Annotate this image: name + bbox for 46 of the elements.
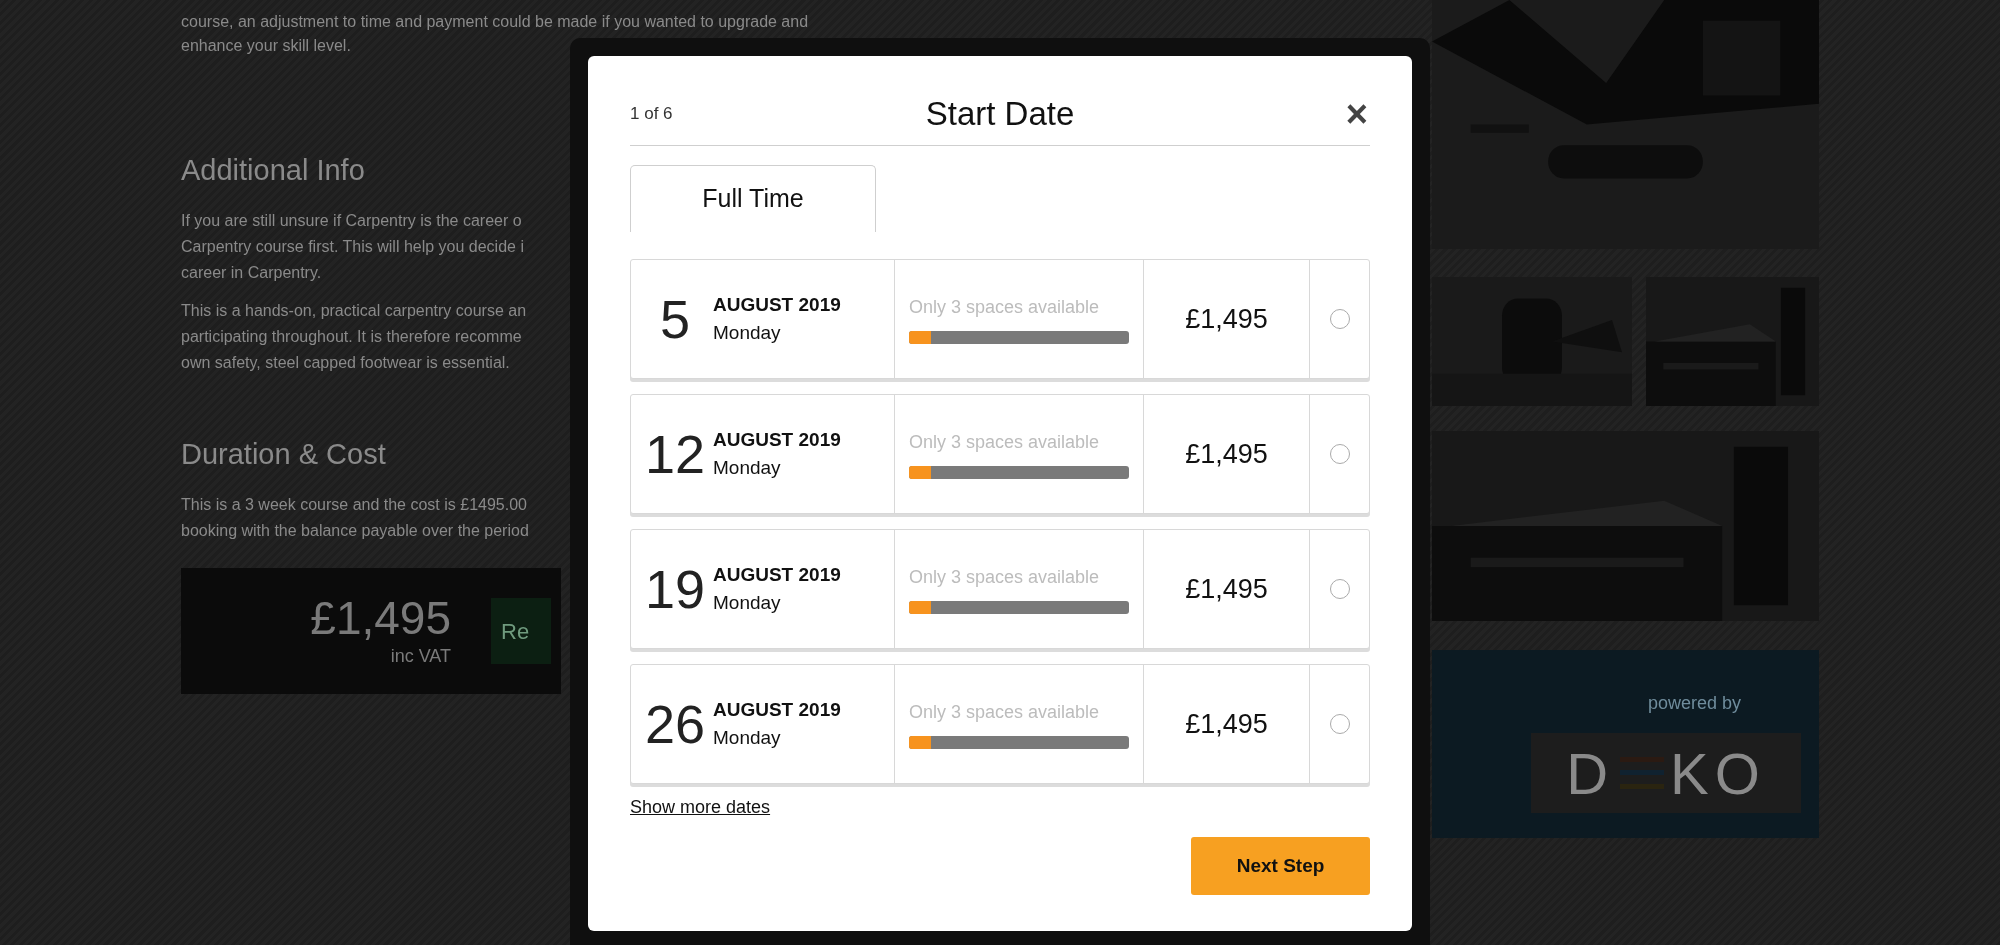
paragraph-line: own safety, steel capped footwear is essential. bbox=[181, 353, 510, 373]
month-year: AUGUST 2019 bbox=[713, 562, 841, 587]
paragraph-line: booking with the balance payable over the period bbox=[181, 521, 529, 541]
logo-text: KO bbox=[1670, 739, 1766, 808]
weekday: Monday bbox=[713, 456, 781, 480]
vat-note: inc VAT bbox=[390, 644, 451, 668]
availability-text: Only 3 spaces available bbox=[909, 431, 1100, 454]
availability-text: Only 3 spaces available bbox=[909, 296, 1100, 319]
month-year: AUGUST 2019 bbox=[713, 427, 841, 452]
stripes-icon bbox=[1620, 755, 1665, 791]
modal-title: Start Date bbox=[925, 93, 1075, 134]
paragraph-line: This is a 3 week course and the cost is £1495.00 bbox=[181, 495, 527, 515]
paragraph-line: If you are still unsure if Carpentry is the career o bbox=[181, 211, 522, 231]
price-text: £1,495 bbox=[1185, 572, 1268, 606]
register-button[interactable]: Re bbox=[491, 598, 551, 664]
day-number: 12 bbox=[643, 422, 707, 486]
step-counter: 1 of 6 bbox=[630, 102, 674, 125]
day-number: 19 bbox=[643, 557, 707, 621]
paragraph-line: participating throughout. It is therefore recomme bbox=[181, 327, 522, 347]
next-step-button[interactable]: Next Step bbox=[1191, 837, 1370, 895]
logo-text: D bbox=[1566, 739, 1615, 808]
availability-text: Only 3 spaces available bbox=[909, 566, 1100, 589]
date-option[interactable]: 5 AUGUST 2019 Monday Only 3 spaces available £1,495 bbox=[630, 259, 1370, 379]
availability-text: Only 3 spaces available bbox=[909, 701, 1100, 724]
close-button[interactable]: × bbox=[1345, 94, 1370, 133]
price-text: £1,495 bbox=[310, 592, 451, 643]
weekday: Monday bbox=[713, 726, 781, 750]
weekday: Monday bbox=[713, 321, 781, 345]
powered-by-label: powered by bbox=[1647, 692, 1741, 715]
day-number: 5 bbox=[658, 287, 691, 351]
paragraph-line: career in Carpentry. bbox=[181, 263, 322, 283]
section-heading: Additional Info bbox=[181, 153, 365, 188]
tab[interactable]: Full Time bbox=[630, 165, 876, 232]
weekday: Monday bbox=[713, 591, 781, 615]
show-more-link[interactable]: Show more dates bbox=[630, 797, 771, 817]
paragraph-line: Carpentry course first. This will help you decide i bbox=[181, 237, 524, 257]
month-year: AUGUST 2019 bbox=[713, 697, 841, 722]
price-text: £1,495 bbox=[1185, 707, 1268, 741]
price-text: £1,495 bbox=[1185, 302, 1268, 336]
day-number: 26 bbox=[643, 692, 707, 756]
paragraph-line: enhance your skill level. bbox=[181, 36, 351, 56]
paragraph-line: This is a hands-on, practical carpentry course an bbox=[181, 301, 527, 321]
price-text: £1,495 bbox=[1185, 437, 1268, 471]
month-year: AUGUST 2019 bbox=[713, 292, 841, 317]
section-heading: Duration & Cost bbox=[181, 437, 386, 472]
paragraph-line: course, an adjustment to time and payment could be made if you wanted to upgrade and bbox=[181, 12, 809, 32]
